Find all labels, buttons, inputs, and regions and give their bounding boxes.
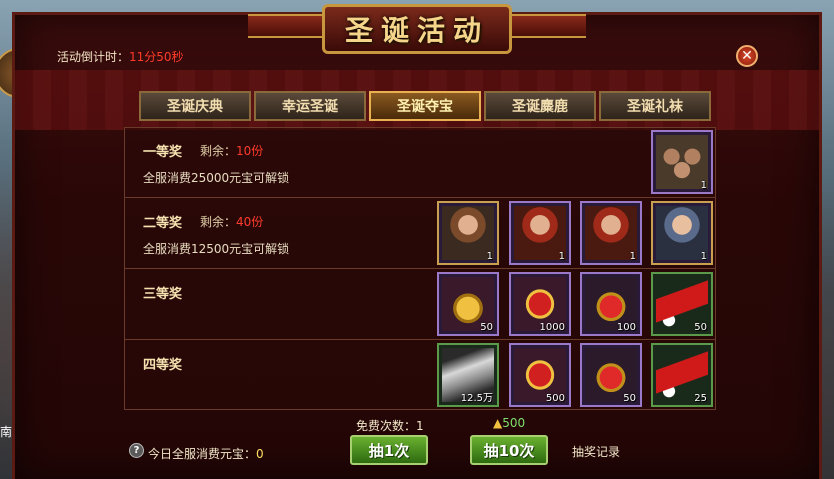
free-draws: 免费次数：1 xyxy=(356,417,424,434)
title-plate: 圣诞活动 xyxy=(322,4,512,54)
prize-title: 三等奖 xyxy=(143,287,183,302)
unlock-condition: 全服消费12500元宝可解锁 xyxy=(143,242,290,256)
unlock-condition: 全服消费25000元宝可解锁 xyxy=(143,171,290,185)
remaining-value: 10份 xyxy=(236,144,264,158)
item-count: 1 xyxy=(700,251,707,262)
tab-christmas-reindeer[interactable]: 圣诞麋鹿 xyxy=(484,91,596,121)
reward-item[interactable]: 1 xyxy=(509,201,571,265)
tab-christmas-stocking[interactable]: 圣诞礼袜 xyxy=(599,91,711,121)
prize-row: 一等奖 剩余：10份 全服消费25000元宝可解锁 1 xyxy=(125,128,715,198)
remaining-count: 剩余：10份 xyxy=(200,142,263,159)
reward-item[interactable]: 50 xyxy=(651,272,713,336)
remaining-label: 剩余： xyxy=(200,144,237,158)
remaining-value: 40份 xyxy=(236,215,264,229)
item-count: 25 xyxy=(694,393,707,404)
title-ornament xyxy=(506,14,586,38)
reward-item[interactable]: 12.5万 xyxy=(437,343,499,407)
free-draws-label: 免费次数： xyxy=(356,419,417,433)
page-title: 圣诞活动 xyxy=(344,14,489,47)
reward-item[interactable]: 1 xyxy=(437,201,499,265)
item-count: 1 xyxy=(486,251,493,262)
prize-list: 一等奖 剩余：10份 全服消费25000元宝可解锁 1 二等奖 剩余：40份 全… xyxy=(124,127,716,410)
title-ornament xyxy=(248,14,328,38)
prize-title: 四等奖 xyxy=(143,358,183,373)
item-count: 100 xyxy=(616,322,636,333)
draw-ten-button[interactable]: 抽10次 xyxy=(470,435,548,465)
reward-item[interactable]: 25 xyxy=(651,343,713,407)
prize-title: 二等奖 xyxy=(143,216,183,231)
item-count: 1 xyxy=(629,251,636,262)
reward-item[interactable]: 1000 xyxy=(509,272,571,336)
server-spend-label: 今日全服消费元宝： xyxy=(148,447,257,461)
side-label: 南 xyxy=(0,425,13,439)
item-count: 1000 xyxy=(539,322,565,333)
reward-item[interactable]: 100 xyxy=(580,272,642,336)
close-icon: ✕ xyxy=(741,48,753,64)
item-count: 50 xyxy=(694,322,707,333)
countdown: 活动倒计时：11分50秒 xyxy=(57,48,184,65)
item-count: 1 xyxy=(700,180,707,191)
reward-item[interactable]: 50 xyxy=(437,272,499,336)
reward-item[interactable]: 1 xyxy=(651,201,713,265)
remaining-count: 剩余：40份 xyxy=(200,213,263,230)
server-spend: 今日全服消费元宝：0 xyxy=(148,445,264,462)
reward-item[interactable]: 1 xyxy=(651,130,713,194)
item-count: 12.5万 xyxy=(460,393,493,404)
item-count: 50 xyxy=(480,322,493,333)
prize-row: 三等奖 50 1000 100 50 xyxy=(125,270,715,340)
tab-lucky-christmas[interactable]: 幸运圣诞 xyxy=(254,91,366,121)
remaining-label: 剩余： xyxy=(200,215,237,229)
draw-record-link[interactable]: 抽奖记录 xyxy=(572,443,620,460)
tab-christmas-celebration[interactable]: 圣诞庆典 xyxy=(139,91,251,121)
item-count: 1 xyxy=(558,251,565,262)
server-spend-value: 0 xyxy=(256,447,264,461)
gold-ingot-icon: ▲ xyxy=(493,416,503,430)
tab-bar: 圣诞庆典 幸运圣诞 圣诞夺宝 圣诞麋鹿 圣诞礼袜 xyxy=(139,91,711,121)
close-button[interactable]: ✕ xyxy=(736,45,758,67)
help-icon[interactable]: ? xyxy=(129,443,144,458)
draw-cost-value: 500 xyxy=(502,416,526,430)
reward-item[interactable]: 50 xyxy=(580,343,642,407)
prize-row: 四等奖 12.5万 500 50 25 xyxy=(125,341,715,411)
reward-item[interactable]: 1 xyxy=(580,201,642,265)
prize-title: 一等奖 xyxy=(143,145,183,160)
item-count: 50 xyxy=(623,393,636,404)
countdown-value: 11分50秒 xyxy=(129,50,184,64)
tab-christmas-treasure[interactable]: 圣诞夺宝 xyxy=(369,91,481,121)
draw-once-button[interactable]: 抽1次 xyxy=(350,435,428,465)
reward-item[interactable]: 500 xyxy=(509,343,571,407)
free-draws-value: 1 xyxy=(416,419,424,433)
draw-cost: ▲500 xyxy=(493,416,525,430)
countdown-label: 活动倒计时： xyxy=(57,50,130,64)
prize-row: 二等奖 剩余：40份 全服消费12500元宝可解锁 1 1 1 1 xyxy=(125,199,715,269)
item-count: 500 xyxy=(545,393,565,404)
